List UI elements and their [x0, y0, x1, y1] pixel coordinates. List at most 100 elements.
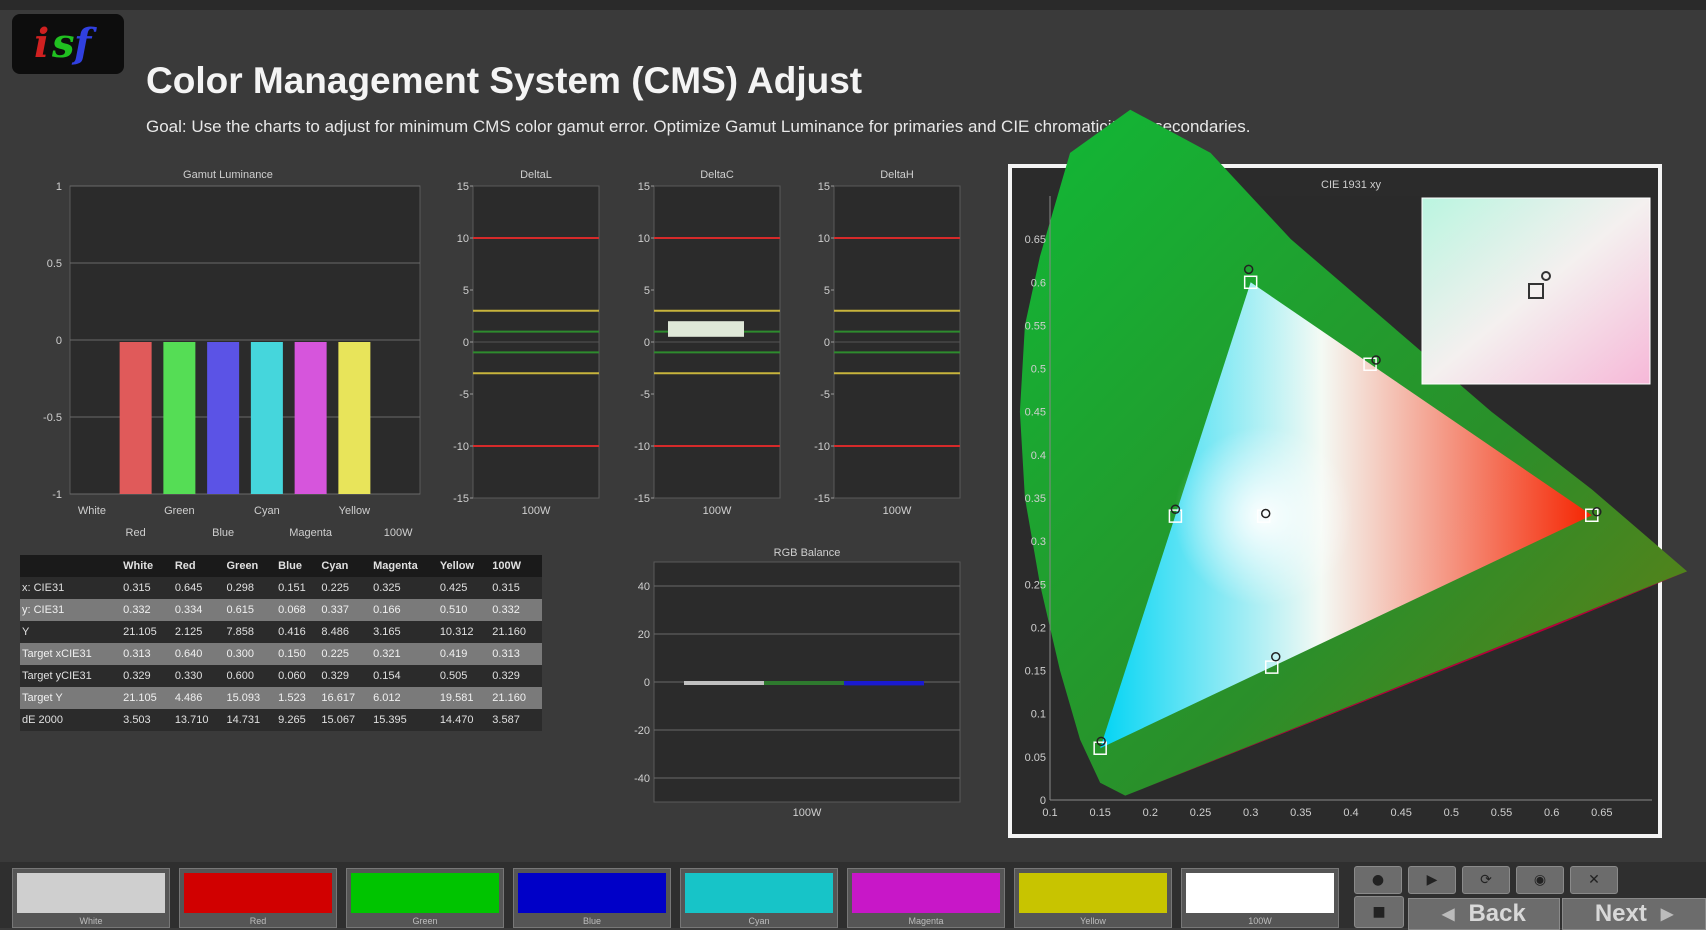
- delta-c-chart: DeltaC 15 10 5 0 -5 -10 -15 100W: [634, 169, 781, 517]
- table-cell: 0.505: [437, 665, 491, 687]
- swatch-green[interactable]: Green: [346, 868, 504, 928]
- table-row: y: CIE31 0.332 0.334 0.615 0.068 0.337 0.166 0.…: [20, 599, 542, 621]
- next-label: Next: [1594, 900, 1647, 927]
- table-cell: 3.165: [371, 621, 438, 643]
- table-cell: 0.600: [224, 665, 277, 687]
- dl-ytick: 15: [457, 181, 469, 193]
- cie-xtick: 0.45: [1390, 807, 1411, 819]
- swatch-magenta[interactable]: Magenta: [847, 868, 1005, 928]
- cie-xtick: 0.15: [1089, 807, 1110, 819]
- swatch-cyan[interactable]: Cyan: [680, 868, 838, 928]
- cie-zoom-inset: [1421, 197, 1651, 385]
- dl-xlabel: 100W: [522, 505, 551, 517]
- swatch-label: Cyan: [748, 916, 770, 926]
- record-icon[interactable]: ●: [1354, 866, 1402, 894]
- swatch-white[interactable]: White: [12, 868, 170, 928]
- cie-ytick: 0.5: [1031, 364, 1046, 376]
- swatch-label: 100W: [1248, 916, 1272, 926]
- table-cell: 0.416: [276, 621, 320, 643]
- table-cell: 13.710: [172, 709, 225, 731]
- dc-ytick: 10: [638, 233, 650, 245]
- swatch-blue[interactable]: Blue: [513, 868, 671, 928]
- swatch-label: White: [79, 916, 103, 926]
- rgb-ytick: -40: [634, 773, 650, 785]
- table-cell: 0.419: [437, 643, 491, 665]
- table-cell: 21.160: [490, 687, 542, 709]
- play-icon[interactable]: ▶: [1408, 866, 1456, 894]
- table-cell: 0.225: [319, 643, 372, 665]
- rgb-bar: [844, 681, 924, 686]
- next-button[interactable]: Next ▶: [1562, 898, 1706, 930]
- table-cell: 0.329: [121, 665, 173, 687]
- gamut-ytick: 0: [56, 335, 62, 347]
- table-cell: 0.298: [224, 577, 277, 599]
- cie-xtick: 0.2: [1143, 807, 1158, 819]
- cie-xtick: 0.4: [1343, 807, 1358, 819]
- table-cell: 0.425: [437, 577, 491, 599]
- table-cell: 0.315: [121, 577, 173, 599]
- back-button[interactable]: ◀ Back: [1408, 898, 1560, 930]
- table-header-cell: Magenta: [371, 555, 438, 577]
- gamut-xlabel: Blue: [212, 527, 234, 539]
- dc-ytick: 15: [638, 181, 650, 193]
- table-cell: 0.150: [276, 643, 320, 665]
- dc-ytick: -10: [634, 441, 650, 453]
- table-cell: 0.645: [172, 577, 225, 599]
- cie-ytick: 0.25: [1025, 579, 1046, 591]
- table-cell: 21.105: [121, 621, 173, 643]
- table-cell: 0.332: [490, 599, 542, 621]
- table-header-cell: Green: [224, 555, 277, 577]
- table-cell: 6.012: [371, 687, 438, 709]
- table-row: Target yCIE31 0.329 0.330 0.600 0.060 0.329 0.…: [20, 665, 542, 687]
- swatch-red[interactable]: Red: [179, 868, 337, 928]
- table-cell: 0.640: [172, 643, 225, 665]
- swatch-yellow[interactable]: Yellow: [1014, 868, 1172, 928]
- swatch-100w[interactable]: 100W: [1181, 868, 1339, 928]
- cie-ytick: 0.15: [1025, 666, 1046, 678]
- table-cell: 0.337: [319, 599, 372, 621]
- dh-ytick: 10: [818, 233, 830, 245]
- cie-xtick: 0.3: [1243, 807, 1258, 819]
- table-cell: 0.334: [172, 599, 225, 621]
- swatch-color: [518, 873, 666, 913]
- dl-ytick: 5: [463, 285, 469, 297]
- gamut-ytick: -0.5: [43, 412, 62, 424]
- dc-ytick: 0: [644, 337, 650, 349]
- cie-ytick: 0.45: [1025, 407, 1046, 419]
- gamut-xlabel: Green: [164, 505, 195, 517]
- table-cell: 0.332: [121, 599, 173, 621]
- swatch-color: [184, 873, 332, 913]
- stop-button[interactable]: ■: [1354, 896, 1404, 928]
- table-row: dE 2000 3.503 13.710 14.731 9.265 15.067 15.39…: [20, 709, 542, 731]
- swatch-label: Green: [412, 916, 438, 926]
- table-cell: Target Y: [20, 687, 122, 709]
- gamut-ytick: 1: [56, 181, 62, 193]
- dl-ytick: -10: [453, 441, 469, 453]
- table-cell: x: CIE31: [20, 577, 122, 599]
- table-row: x: CIE31 0.315 0.645 0.298 0.151 0.225 0.325 0.…: [20, 577, 542, 599]
- gamut-xlabel: Red: [126, 527, 146, 539]
- dl-ytick: 10: [457, 233, 469, 245]
- table-cell: 15.067: [319, 709, 372, 731]
- dl-ytick: 0: [463, 337, 469, 349]
- back-arrow-icon: ◀: [1442, 906, 1455, 923]
- swatch-color: [1186, 873, 1334, 913]
- table-cell: 4.486: [172, 687, 225, 709]
- table-cell: 0.166: [371, 599, 438, 621]
- dl-ytick: -15: [453, 493, 469, 505]
- dl-ytick: -5: [459, 389, 469, 401]
- camera-icon[interactable]: ◉: [1516, 866, 1564, 894]
- rgb-bar: [684, 681, 764, 685]
- cie-title: CIE 1931 xy: [1321, 179, 1381, 191]
- cie-ytick: 0.65: [1025, 234, 1046, 246]
- delta-h-chart: DeltaH 15 10 5 0 -5 -10 -15 100W: [814, 169, 961, 517]
- swatch-color: [852, 873, 1000, 913]
- table-row: Target xCIE31 0.313 0.640 0.300 0.150 0.225 0.…: [20, 643, 542, 665]
- trash-icon[interactable]: ✕: [1570, 866, 1618, 894]
- table-header-cell: Blue: [276, 555, 320, 577]
- gamut-xlabel: Cyan: [254, 505, 280, 517]
- dc-xlabel: 100W: [703, 505, 732, 517]
- swatch-color: [351, 873, 499, 913]
- repeat-icon[interactable]: ⟳: [1462, 866, 1510, 894]
- table-cell: 10.312: [437, 621, 491, 643]
